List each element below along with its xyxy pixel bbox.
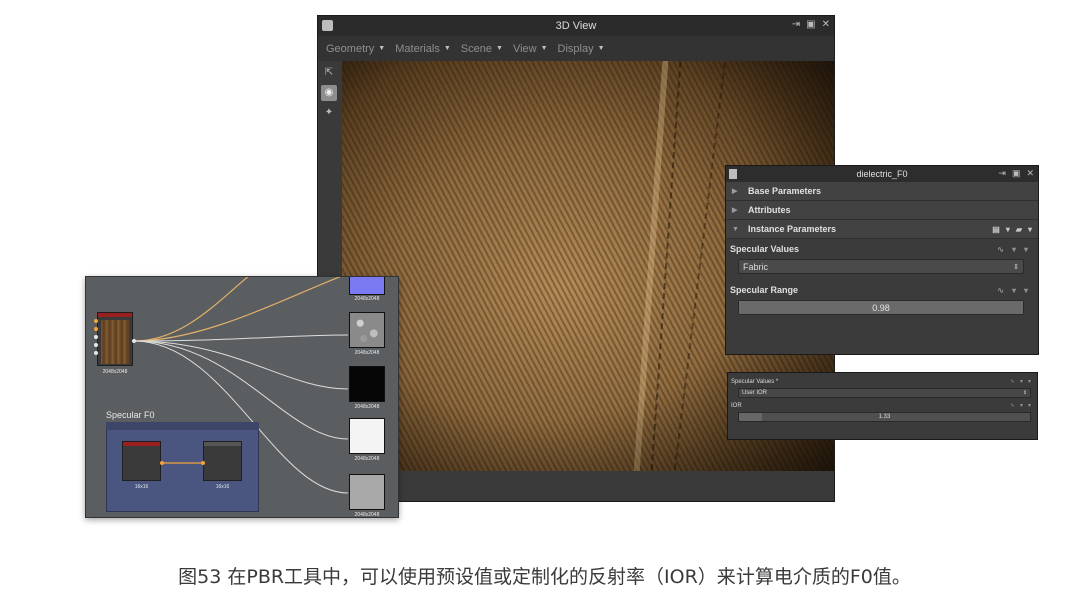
close-icon[interactable]: ✕: [1026, 168, 1034, 179]
menu-view[interactable]: View ▼: [513, 43, 548, 55]
node-graph[interactable]: 2048x2048 2048x2048 2048x2048 2048x2048 …: [85, 276, 399, 518]
ior-value: 1.33: [878, 414, 891, 420]
output-noise-thumbnail[interactable]: [349, 312, 385, 348]
output-port[interactable]: [132, 339, 136, 343]
chevron-down-icon[interactable]: ▾: [1020, 378, 1023, 385]
folder-icon[interactable]: ▰: [1016, 225, 1022, 234]
chevron-down-icon[interactable]: ▾: [1028, 402, 1031, 409]
chevron-down-icon: ▼: [732, 225, 739, 233]
output-white-thumbnail[interactable]: [349, 418, 385, 454]
chevron-down-icon[interactable]: ▾: [1028, 225, 1032, 234]
output-label: 2048x2048: [354, 350, 380, 356]
output-black-thumbnail[interactable]: [349, 366, 385, 402]
link-icon[interactable]: ∿: [1010, 378, 1015, 385]
menu-display[interactable]: Display ▼: [558, 43, 605, 55]
output-label: 2048x2048: [354, 456, 380, 462]
chevron-right-icon: ▶: [732, 207, 738, 214]
pin-icon[interactable]: ⇥: [792, 19, 800, 30]
specular-range-label: Specular Range ∿ ▾ ▾: [730, 285, 1028, 295]
frame-node-label: 16x16: [134, 484, 149, 490]
section-instance-parameters[interactable]: ▼ Instance Parameters ▤ ▾ ▰ ▾: [726, 220, 1038, 239]
frame-node-label: 16x16: [215, 484, 230, 490]
close-icon[interactable]: ✕: [822, 19, 830, 30]
camera-icon[interactable]: ◉: [321, 85, 337, 101]
output-label: 2048x2048: [354, 404, 380, 410]
3d-view-menubar: Geometry ▼ Materials ▼ Scene ▼ View ▼ Displa…: [318, 36, 834, 61]
frame-node-input[interactable]: [122, 441, 161, 481]
chevron-down-icon[interactable]: ▾: [1020, 402, 1023, 409]
section-base-parameters[interactable]: ▶ Base Parameters: [726, 182, 1038, 201]
section-attributes[interactable]: ▶ Attributes: [726, 201, 1038, 220]
source-node-label: 2048x2048: [102, 369, 128, 375]
chevron-down-icon[interactable]: ▾: [1028, 378, 1031, 385]
input-port[interactable]: [94, 343, 98, 347]
chevron-down-icon: ▼: [597, 45, 605, 52]
output-label: 2048x2048: [354, 296, 380, 302]
ior-specular-values-label: Specular Values * ∿ ▾ ▾: [731, 378, 1031, 386]
dielectric-f0-panel: dielectric_F0 ⇥ ▣ ✕ ▶ Base Parameters ▶ …: [725, 165, 1039, 355]
input-port[interactable]: [94, 319, 98, 323]
preset-icon[interactable]: ▤: [992, 225, 1000, 234]
menu-geometry[interactable]: Geometry ▼: [326, 43, 385, 55]
wood-texture-thumbnail: [101, 320, 129, 364]
output-grey-thumbnail[interactable]: [349, 474, 385, 510]
3d-view-titlebar[interactable]: 3D View ⇥ ▣ ✕: [318, 16, 834, 36]
3d-view-title: 3D View: [555, 20, 597, 32]
updown-arrows-icon: ⇕: [1013, 263, 1019, 271]
ior-label: IOR ∿ ▾ ▾: [731, 402, 1031, 410]
chevron-down-icon[interactable]: ▾: [1006, 225, 1010, 234]
link-icon[interactable]: ∿: [1010, 402, 1015, 409]
output-label: 2048x2048: [354, 512, 380, 518]
input-port[interactable]: [201, 461, 205, 465]
float-icon[interactable]: ▣: [806, 19, 815, 30]
chevron-down-icon[interactable]: ▾: [1012, 245, 1016, 254]
chevron-down-icon[interactable]: ▾: [1012, 286, 1016, 295]
specular-range-value: 0.98: [872, 303, 890, 313]
updown-arrows-icon: ⇕: [1022, 390, 1027, 396]
chevron-down-icon[interactable]: ▾: [1024, 286, 1028, 295]
input-port[interactable]: [94, 351, 98, 355]
params-title: dielectric_F0: [856, 169, 908, 179]
menu-materials[interactable]: Materials ▼: [395, 43, 451, 55]
float-icon[interactable]: ▣: [1012, 168, 1021, 179]
chevron-down-icon: ▼: [443, 45, 451, 52]
link-icon[interactable]: ∿: [997, 286, 1004, 295]
specular-values-label: Specular Values ∿ ▾ ▾: [730, 244, 1028, 254]
output-normal-thumbnail[interactable]: [349, 277, 385, 295]
chevron-down-icon: ▼: [378, 45, 386, 52]
figure-caption: 图53 在PBR工具中，可以使用预设值或定制化的反射率（IOR）来计算电介质的F…: [178, 566, 911, 588]
ior-specular-values-select[interactable]: User IOR ⇕: [738, 388, 1031, 398]
ior-panel: Specular Values * ∿ ▾ ▾ User IOR ⇕ IOR ∿…: [727, 372, 1038, 440]
chevron-right-icon: ▶: [732, 188, 738, 195]
chevron-down-icon: ▼: [540, 45, 548, 52]
ior-slider[interactable]: 1.33: [738, 412, 1031, 422]
specular-values-select[interactable]: Fabric ⇕: [738, 259, 1024, 274]
frame-node-output[interactable]: [203, 441, 242, 481]
frame-title: Specular F0: [106, 410, 155, 420]
output-port[interactable]: [160, 461, 164, 465]
light-icon[interactable]: ✦: [321, 105, 337, 121]
chevron-down-icon[interactable]: ▾: [1024, 245, 1028, 254]
chevron-down-icon: ▼: [496, 45, 503, 52]
params-titlebar[interactable]: dielectric_F0 ⇥ ▣ ✕: [726, 166, 1038, 182]
input-port[interactable]: [94, 327, 98, 331]
specular-range-slider[interactable]: 0.98: [738, 300, 1024, 315]
link-icon[interactable]: ∿: [997, 245, 1004, 254]
source-node[interactable]: [97, 312, 133, 366]
menu-scene[interactable]: Scene ▼: [461, 43, 503, 55]
input-port[interactable]: [94, 335, 98, 339]
export-icon[interactable]: ⇱: [321, 65, 337, 81]
pin-icon[interactable]: ⇥: [998, 168, 1006, 179]
